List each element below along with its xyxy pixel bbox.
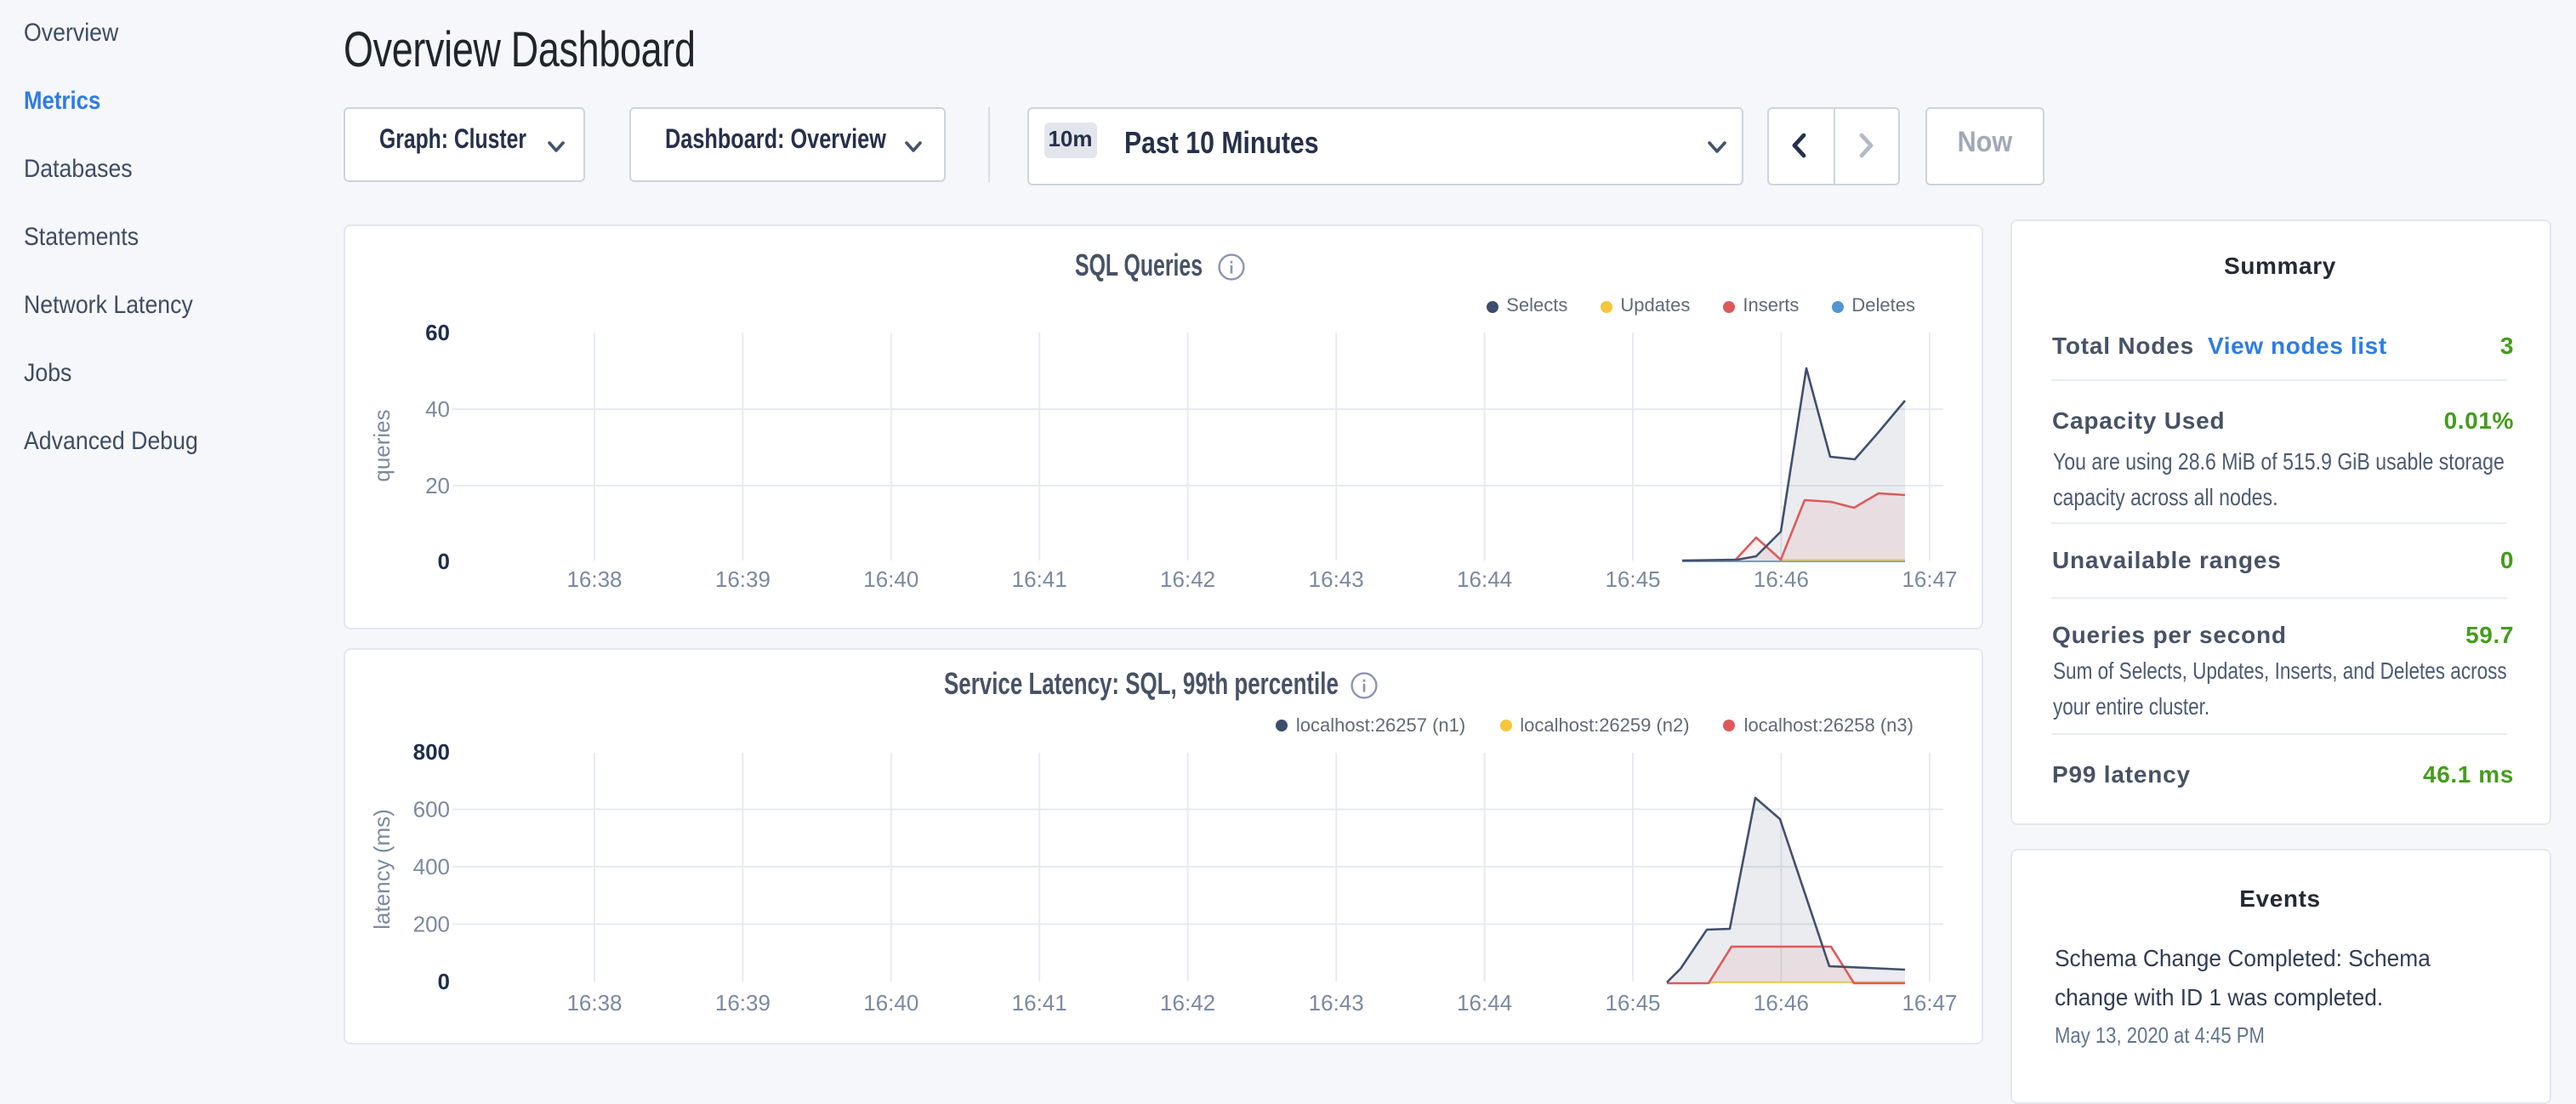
svg-text:16:43: 16:43	[1309, 566, 1364, 592]
svg-text:16:45: 16:45	[1605, 566, 1660, 592]
svg-text:60: 60	[425, 320, 450, 345]
svg-text:16:43: 16:43	[1309, 990, 1364, 1016]
svg-text:latency (ms): latency (ms)	[369, 809, 395, 930]
svg-text:16:40: 16:40	[863, 566, 918, 592]
svg-text:400: 400	[413, 854, 450, 879]
svg-text:16:46: 16:46	[1754, 990, 1809, 1016]
svg-text:queries: queries	[369, 409, 395, 481]
svg-text:16:47: 16:47	[1902, 990, 1957, 1016]
svg-text:0: 0	[438, 969, 450, 994]
svg-text:16:42: 16:42	[1160, 990, 1215, 1016]
svg-text:16:47: 16:47	[1902, 566, 1957, 592]
svg-text:16:44: 16:44	[1457, 990, 1512, 1016]
svg-text:16:44: 16:44	[1457, 566, 1512, 592]
svg-text:20: 20	[425, 473, 450, 498]
svg-text:40: 40	[425, 396, 450, 422]
svg-text:16:38: 16:38	[566, 990, 622, 1016]
svg-text:600: 600	[413, 797, 450, 822]
svg-text:16:41: 16:41	[1012, 566, 1067, 592]
svg-text:16:42: 16:42	[1160, 566, 1215, 592]
svg-text:0: 0	[438, 549, 450, 574]
svg-text:16:39: 16:39	[715, 990, 771, 1016]
svg-text:16:40: 16:40	[863, 990, 918, 1016]
svg-text:16:39: 16:39	[715, 566, 771, 592]
svg-text:16:46: 16:46	[1754, 566, 1809, 592]
svg-text:200: 200	[413, 912, 450, 937]
svg-text:16:41: 16:41	[1012, 990, 1067, 1016]
svg-text:16:38: 16:38	[566, 566, 622, 592]
svg-text:800: 800	[413, 739, 450, 765]
svg-text:16:45: 16:45	[1605, 990, 1660, 1016]
